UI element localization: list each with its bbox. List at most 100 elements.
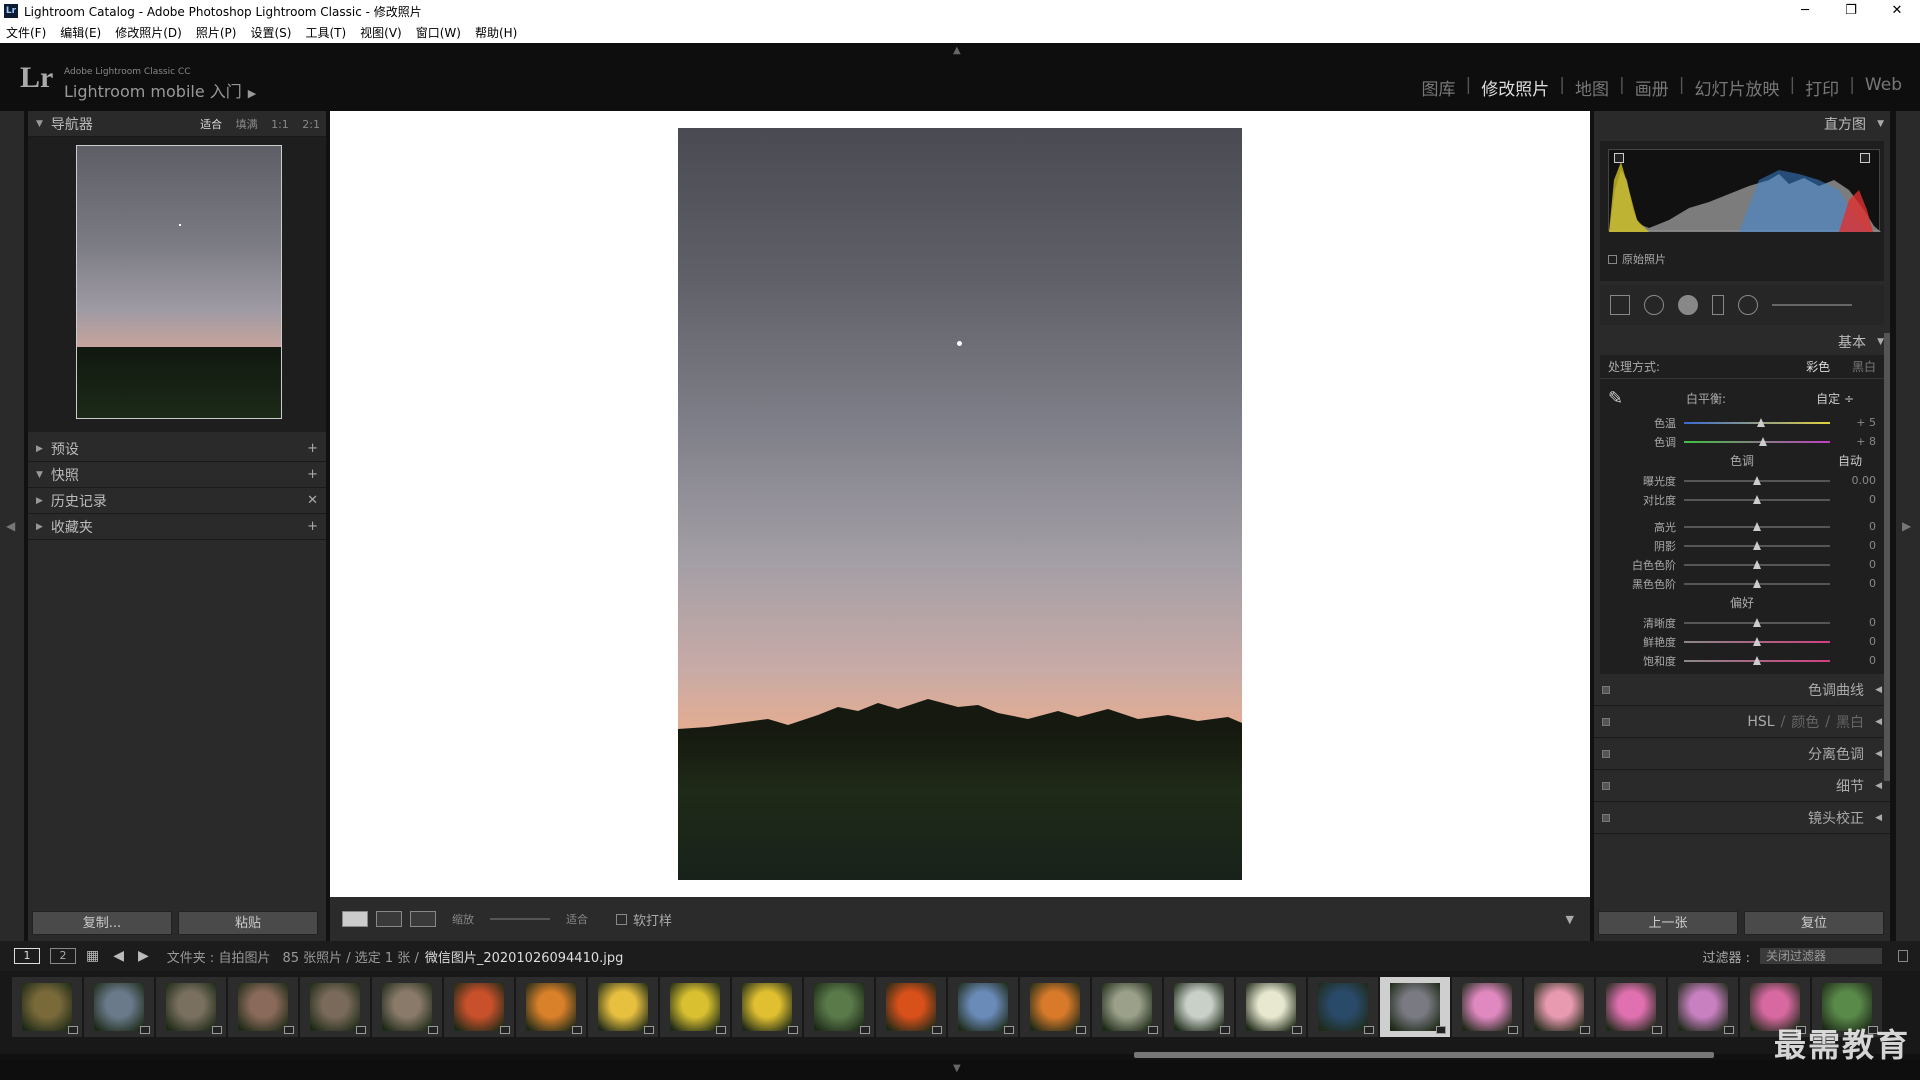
- module-tab[interactable]: 地图: [1565, 75, 1619, 100]
- slider-row[interactable]: 色调 + 8: [1608, 432, 1876, 451]
- filmstrip-scrollbar[interactable]: [1134, 1052, 1714, 1058]
- reset-button[interactable]: 复位: [1744, 911, 1884, 935]
- menu-develop[interactable]: 修改照片(D): [115, 24, 182, 41]
- treatment-bw-option[interactable]: 黑白: [1852, 360, 1876, 374]
- hsl-panel-header[interactable]: HSL / 颜色 / 黑白 ◀: [1594, 706, 1890, 738]
- collapse-top-arrow[interactable]: ▲: [953, 45, 961, 56]
- menu-file[interactable]: 文件(F): [6, 24, 46, 41]
- filmstrip-thumbnail[interactable]: [1596, 977, 1666, 1037]
- filmstrip-thumbnail[interactable]: [876, 977, 946, 1037]
- before-after-button[interactable]: [376, 911, 402, 927]
- original-photo-toggle[interactable]: 原始照片: [1608, 251, 1666, 267]
- forward-arrow-icon[interactable]: ▶: [138, 948, 149, 964]
- left-panel-header[interactable]: ▶ 收藏夹 +: [28, 514, 326, 540]
- panel-action-icon[interactable]: +: [307, 467, 318, 482]
- slider-value[interactable]: 0: [1830, 520, 1876, 533]
- module-tab[interactable]: Web: [1855, 75, 1912, 100]
- mobile-get-started[interactable]: Lightroom mobile 入门 ▶: [64, 78, 256, 102]
- loupe-view-button[interactable]: [342, 911, 368, 927]
- split-toning-panel-header[interactable]: 分离色调 ◀: [1594, 738, 1890, 770]
- slider-row[interactable]: 色温 + 5: [1608, 413, 1876, 432]
- tone-curve-panel-header[interactable]: 色调曲线 ◀: [1594, 674, 1890, 706]
- panel-action-icon[interactable]: ✕: [307, 493, 318, 508]
- zoom-fit-option[interactable]: 适合: [200, 118, 222, 131]
- filmstrip-thumbnail[interactable]: [1524, 977, 1594, 1037]
- navigator-thumbnail[interactable]: [76, 145, 282, 419]
- filmstrip-thumbnail[interactable]: [12, 977, 82, 1037]
- auto-tone-button[interactable]: 自动: [1838, 451, 1862, 471]
- wb-preset-select[interactable]: 自定 ÷: [1816, 390, 1854, 407]
- slider-thumb[interactable]: [1753, 636, 1761, 646]
- highlight-clip-indicator[interactable]: [1860, 153, 1870, 163]
- filmstrip-thumbnail[interactable]: [1092, 977, 1162, 1037]
- zoom-1to1-option[interactable]: 1:1: [271, 118, 289, 131]
- collapse-left-icon[interactable]: ◀: [6, 519, 15, 533]
- softproof-checkbox[interactable]: [616, 913, 627, 925]
- slider-value[interactable]: 0.00: [1830, 474, 1877, 487]
- left-edge[interactable]: ◀: [0, 111, 24, 941]
- slider-row[interactable]: 对比度 0: [1608, 490, 1876, 509]
- slider-value[interactable]: 0: [1830, 558, 1876, 571]
- slider-row[interactable]: 阴影 0: [1608, 536, 1876, 555]
- slider-value[interactable]: 0: [1830, 577, 1876, 590]
- navigator-preview[interactable]: [28, 137, 326, 432]
- collapse-bottom-icon[interactable]: ▼: [953, 1063, 961, 1074]
- close-button[interactable]: ✕: [1874, 0, 1920, 22]
- bottom-edge[interactable]: ▼: [0, 1060, 1920, 1080]
- filter-select[interactable]: 关闭过滤器: [1760, 948, 1882, 964]
- slider-thumb[interactable]: [1753, 617, 1761, 627]
- slider-track[interactable]: [1684, 540, 1830, 550]
- slider-thumb[interactable]: [1758, 436, 1767, 446]
- module-tab[interactable]: 幻灯片放映: [1684, 75, 1789, 100]
- maximize-button[interactable]: ❐: [1828, 0, 1874, 22]
- slider-value[interactable]: 0: [1830, 539, 1876, 552]
- filmstrip-thumbnail[interactable]: [372, 977, 442, 1037]
- filmstrip-thumbnail[interactable]: [1380, 977, 1450, 1037]
- filmstrip-thumbnail[interactable]: [660, 977, 730, 1037]
- window-1-button[interactable]: 1: [14, 948, 40, 964]
- menu-tools[interactable]: 工具(T): [305, 24, 346, 41]
- left-panel-header[interactable]: ▶ 预设 +: [28, 436, 326, 462]
- filmstrip-thumbnail[interactable]: [84, 977, 154, 1037]
- slider-thumb[interactable]: [1753, 655, 1761, 665]
- panel-switch[interactable]: [1602, 813, 1610, 822]
- slider-thumb[interactable]: [1753, 578, 1761, 588]
- slider-track[interactable]: [1684, 559, 1830, 569]
- navigator-header[interactable]: ▼ 导航器 适合 填满 1:1 2:1: [28, 111, 326, 137]
- radial-filter-icon[interactable]: [1738, 295, 1758, 315]
- filmstrip-thumbnail[interactable]: [1020, 977, 1090, 1037]
- slider-row[interactable]: 饱和度 0: [1608, 651, 1876, 670]
- right-edge[interactable]: ▶: [1896, 111, 1920, 941]
- toolbar-dropdown-icon[interactable]: ▼: [1566, 913, 1574, 926]
- histogram[interactable]: 原始照片: [1600, 141, 1884, 281]
- crop-tool-icon[interactable]: [1610, 295, 1630, 315]
- zoom-2to1-option[interactable]: 2:1: [302, 118, 320, 131]
- lens-correction-panel-header[interactable]: 镜头校正 ◀: [1594, 802, 1890, 834]
- filmstrip-thumbnail[interactable]: [732, 977, 802, 1037]
- slider-track[interactable]: [1684, 521, 1830, 531]
- filmstrip-thumbnail[interactable]: [1452, 977, 1522, 1037]
- slider-track[interactable]: [1684, 655, 1830, 665]
- main-photo[interactable]: [678, 128, 1242, 880]
- wb-eyedropper-icon[interactable]: ✎: [1608, 388, 1638, 409]
- menu-window[interactable]: 窗口(W): [416, 24, 461, 41]
- panel-switch[interactable]: [1602, 781, 1610, 790]
- slider-value[interactable]: 0: [1830, 493, 1876, 506]
- slider-row[interactable]: 鲜艳度 0: [1608, 632, 1876, 651]
- filmstrip-thumbnail[interactable]: [444, 977, 514, 1037]
- slider-row[interactable]: 高光 0: [1608, 517, 1876, 536]
- module-tab[interactable]: 画册: [1625, 75, 1679, 100]
- slider-row[interactable]: 黑色色阶 0: [1608, 574, 1876, 593]
- window-2-button[interactable]: 2: [50, 948, 76, 964]
- panel-switch[interactable]: [1602, 749, 1610, 758]
- panel-switch[interactable]: [1602, 685, 1610, 694]
- treatment-color-option[interactable]: 彩色: [1806, 360, 1830, 374]
- slider-value[interactable]: + 5: [1830, 416, 1876, 429]
- slider-track[interactable]: [1684, 617, 1830, 627]
- slider-value[interactable]: 0: [1830, 616, 1876, 629]
- zoom-slider[interactable]: [490, 918, 550, 920]
- filmstrip-thumbnail[interactable]: [588, 977, 658, 1037]
- slider-track[interactable]: [1684, 636, 1830, 646]
- panel-switch[interactable]: [1602, 717, 1610, 726]
- module-tab[interactable]: 图库: [1412, 75, 1466, 100]
